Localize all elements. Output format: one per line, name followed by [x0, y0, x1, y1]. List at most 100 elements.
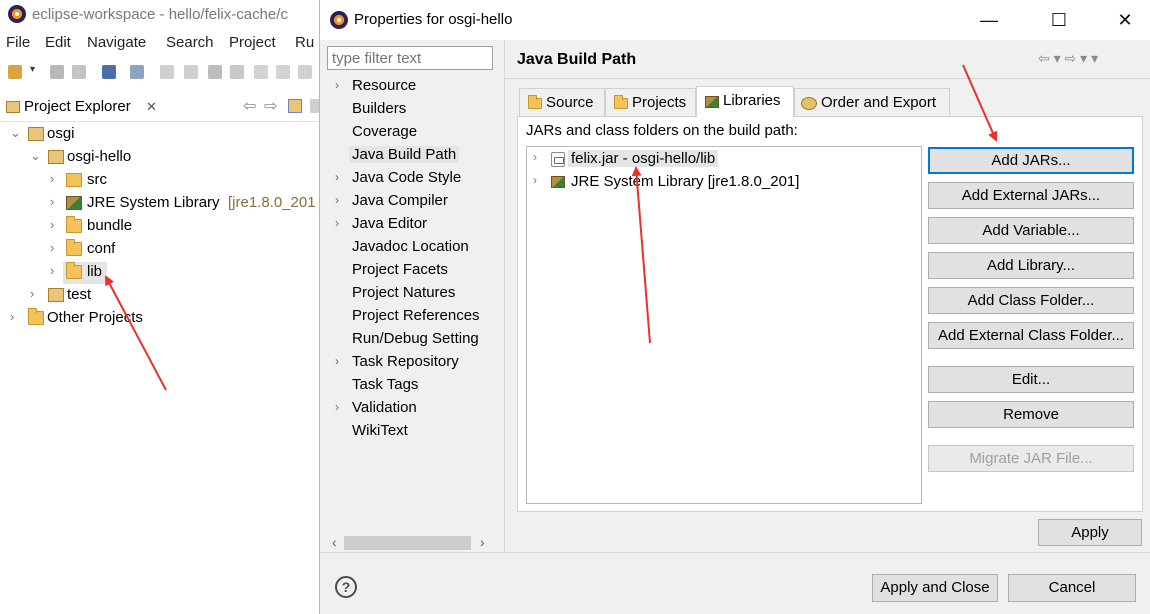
collapsed-chevron-icon[interactable]: ›: [335, 400, 339, 414]
collapsed-chevron-icon[interactable]: ›: [50, 194, 54, 209]
add-library-button[interactable]: Add Library...: [928, 252, 1134, 279]
nav-horizontal-scrollbar[interactable]: ‹ ›: [324, 533, 496, 552]
collapsed-chevron-icon[interactable]: ›: [335, 193, 339, 207]
expanded-chevron-icon[interactable]: ⌄: [30, 148, 41, 164]
save-all-icon[interactable]: [72, 65, 86, 79]
menu-run[interactable]: Ru: [295, 34, 314, 51]
nav-item-project-natures[interactable]: Project Natures: [320, 282, 498, 305]
collapsed-chevron-icon[interactable]: ›: [10, 309, 14, 324]
tree-item-test[interactable]: › test: [0, 285, 320, 307]
tab-source[interactable]: Source: [519, 88, 605, 116]
menu-project[interactable]: Project: [229, 34, 276, 51]
add-jars-button[interactable]: Add JARs...: [928, 147, 1134, 174]
menu-file[interactable]: File: [6, 34, 30, 51]
nav-item-java-editor[interactable]: › Java Editor: [320, 213, 498, 236]
forward-icon[interactable]: ⇨: [264, 96, 277, 116]
back-icon[interactable]: ⇦: [243, 96, 256, 116]
menu-search[interactable]: Search: [166, 34, 214, 51]
step-over-icon[interactable]: [276, 65, 290, 79]
add-external-jars-button[interactable]: Add External JARs...: [928, 182, 1134, 209]
maximize-icon[interactable]: ☐: [1036, 6, 1082, 34]
scrollbar-thumb[interactable]: [344, 536, 471, 550]
nav-item-java-build-path[interactable]: Java Build Path: [320, 144, 498, 167]
nav-item-validation[interactable]: › Validation: [320, 397, 498, 420]
save-icon[interactable]: [50, 65, 64, 79]
suspend-icon[interactable]: [184, 65, 198, 79]
eclipse-logo-icon: [330, 11, 348, 29]
tab-libraries[interactable]: Libraries: [696, 86, 794, 117]
terminate-icon[interactable]: [208, 65, 222, 79]
collapsed-chevron-icon[interactable]: ›: [335, 216, 339, 230]
tab-order-and-export[interactable]: Order and Export: [794, 88, 950, 116]
tree-item-osgi-hello[interactable]: ⌄ osgi-hello: [0, 147, 320, 169]
remove-button[interactable]: Remove: [928, 401, 1134, 428]
tree-item-jre-system-library[interactable]: › JRE System Library [jre1.8.0_201: [0, 193, 320, 215]
page-history-navigation[interactable]: ⇦ ▾ ⇨ ▾ ▾: [1038, 50, 1138, 70]
console-icon[interactable]: [102, 65, 116, 79]
collapsed-chevron-icon[interactable]: ›: [533, 150, 537, 164]
build-path-tree[interactable]: › felix.jar - osgi-hello/lib › JRE Syste…: [526, 146, 922, 504]
add-class-folder-button[interactable]: Add Class Folder...: [928, 287, 1134, 314]
expanded-chevron-icon[interactable]: ⌄: [10, 125, 21, 141]
nav-item-run-debug-setting[interactable]: Run/Debug Setting: [320, 328, 498, 351]
collapsed-chevron-icon[interactable]: ›: [533, 173, 537, 187]
nav-item-label: Project Facets: [352, 261, 448, 278]
nav-item-javadoc-location[interactable]: Javadoc Location: [320, 236, 498, 259]
scroll-left-icon[interactable]: ‹: [332, 534, 337, 550]
scroll-right-icon[interactable]: ›: [480, 534, 485, 550]
tree-item-conf[interactable]: › conf: [0, 239, 320, 261]
step-into-icon[interactable]: [254, 65, 268, 79]
help-icon[interactable]: ?: [335, 576, 357, 598]
nav-item-task-tags[interactable]: Task Tags: [320, 374, 498, 397]
new-dropdown-icon[interactable]: ▾: [30, 64, 38, 78]
cancel-button[interactable]: Cancel: [1008, 574, 1136, 602]
add-external-class-folder-button[interactable]: Add External Class Folder...: [928, 322, 1134, 349]
menu-navigate[interactable]: Navigate: [87, 34, 146, 51]
collapsed-chevron-icon[interactable]: ›: [50, 217, 54, 232]
button-bar-separator: [320, 552, 1150, 553]
sash-divider[interactable]: [504, 40, 505, 552]
migrate-jar-file-button[interactable]: Migrate JAR File...: [928, 445, 1134, 472]
collapsed-chevron-icon[interactable]: ›: [50, 263, 54, 278]
skip-breakpoints-icon[interactable]: [130, 65, 144, 79]
tree-item-other-projects[interactable]: › Other Projects: [0, 308, 320, 330]
tree-item-lib[interactable]: › lib: [0, 262, 320, 284]
add-variable-button[interactable]: Add Variable...: [928, 217, 1134, 244]
disconnect-icon[interactable]: [230, 65, 244, 79]
collapsed-chevron-icon[interactable]: ›: [50, 240, 54, 255]
build-path-entry-jre-system-library[interactable]: › JRE System Library [jre1.8.0_201]: [527, 171, 921, 193]
project-explorer-tab[interactable]: Project Explorer ✕ ⇦ ⇨: [0, 92, 320, 122]
nav-item-project-references[interactable]: Project References: [320, 305, 498, 328]
nav-item-java-compiler[interactable]: › Java Compiler: [320, 190, 498, 213]
collapsed-chevron-icon[interactable]: ›: [335, 170, 339, 184]
close-icon[interactable]: ✕: [1102, 6, 1148, 34]
new-icon[interactable]: [8, 65, 22, 79]
nav-item-project-facets[interactable]: Project Facets: [320, 259, 498, 282]
apply-button[interactable]: Apply: [1038, 519, 1142, 546]
collapsed-chevron-icon[interactable]: ›: [50, 171, 54, 186]
step-return-icon[interactable]: [298, 65, 312, 79]
nav-item-coverage[interactable]: Coverage: [320, 121, 498, 144]
close-view-icon[interactable]: ✕: [146, 99, 157, 115]
tree-item-label: src: [87, 171, 107, 188]
edit-button[interactable]: Edit...: [928, 366, 1134, 393]
nav-item-java-code-style[interactable]: › Java Code Style: [320, 167, 498, 190]
link-with-editor-icon[interactable]: [288, 99, 302, 113]
minimize-icon[interactable]: —: [966, 6, 1012, 34]
tab-projects[interactable]: Projects: [605, 88, 696, 116]
resume-icon[interactable]: [160, 65, 174, 79]
tree-item-osgi[interactable]: ⌄ osgi: [0, 124, 320, 146]
nav-item-resource[interactable]: › Resource: [320, 75, 498, 98]
tree-item-src[interactable]: › src: [0, 170, 320, 192]
filter-input[interactable]: [327, 46, 493, 70]
nav-item-task-repository[interactable]: › Task Repository: [320, 351, 498, 374]
tree-item-bundle[interactable]: › bundle: [0, 216, 320, 238]
build-path-entry-felix-jar[interactable]: › felix.jar - osgi-hello/lib: [527, 148, 921, 170]
collapsed-chevron-icon[interactable]: ›: [335, 78, 339, 92]
collapsed-chevron-icon[interactable]: ›: [30, 286, 34, 301]
collapsed-chevron-icon[interactable]: ›: [335, 354, 339, 368]
menu-edit[interactable]: Edit: [45, 34, 71, 51]
apply-and-close-button[interactable]: Apply and Close: [872, 574, 998, 602]
nav-item-builders[interactable]: Builders: [320, 98, 498, 121]
nav-item-wikitext[interactable]: WikiText: [320, 420, 498, 443]
